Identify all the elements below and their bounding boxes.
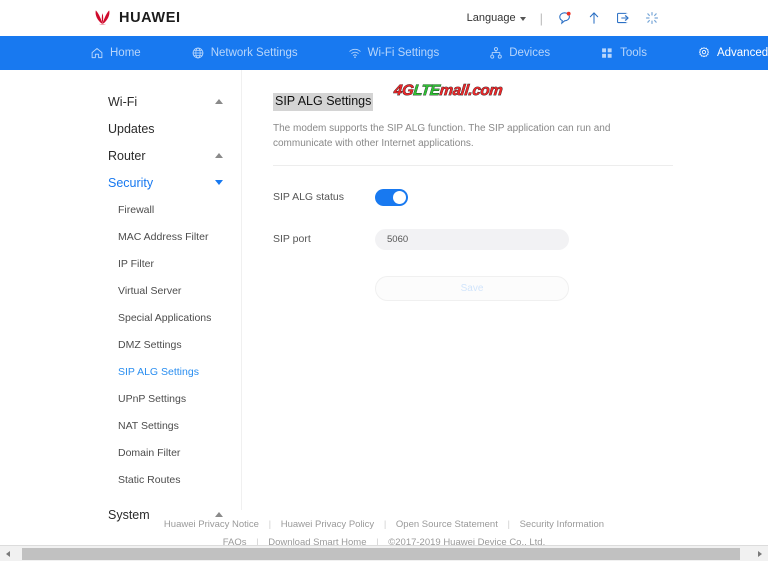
sidebar-item-virtual-server[interactable]: Virtual Server (90, 277, 241, 304)
brand-name: HUAWEI (119, 10, 181, 26)
language-label: Language (467, 12, 516, 24)
grid-icon (600, 46, 614, 60)
sip-alg-status-toggle[interactable] (375, 189, 408, 206)
page-title: SIP ALG Settings (273, 93, 373, 111)
nav-label: Network Settings (211, 47, 298, 59)
nav-item-wifi-settings[interactable]: Wi-Fi Settings (348, 46, 464, 60)
nav-label: Home (110, 47, 141, 59)
sidebar-group-label: Router (108, 149, 146, 163)
nav-item-devices[interactable]: Devices (489, 46, 574, 60)
huawei-flower-logo-icon (93, 9, 112, 27)
brand-logo[interactable]: HUAWEI (93, 9, 181, 27)
scroll-right-arrow-icon[interactable] (752, 546, 768, 562)
sidebar-item-label: UPnP Settings (118, 393, 186, 405)
main-navigation: Home Network Settings Wi-Fi Settings Dev… (0, 36, 768, 70)
sidebar-group-security[interactable]: Security (90, 169, 241, 196)
message-bubble-icon[interactable] (557, 10, 573, 26)
save-button-row: Save (273, 276, 673, 301)
sidebar-item-nat-settings[interactable]: NAT Settings (90, 412, 241, 439)
sidebar-item-label: Virtual Server (118, 285, 181, 297)
nav-item-home[interactable]: Home (90, 46, 165, 60)
logout-icon[interactable] (615, 10, 631, 26)
gear-icon (697, 46, 711, 60)
sidebar: Wi-Fi Updates Router Security Firewall M… (90, 70, 242, 510)
site-watermark: 4GLTEmall.com (393, 82, 503, 99)
devices-tree-icon (489, 46, 503, 60)
upload-arrow-icon[interactable] (586, 10, 602, 26)
save-button[interactable]: Save (375, 276, 569, 301)
content-panel: SIP ALG Settings The modem supports the … (242, 70, 768, 510)
sidebar-item-label: SIP ALG Settings (118, 366, 199, 378)
home-icon (90, 46, 104, 60)
sidebar-item-label: Static Routes (118, 474, 180, 486)
header-divider: | (540, 11, 543, 26)
sidebar-item-sip-alg-settings[interactable]: SIP ALG Settings (90, 358, 241, 385)
nav-label: Advanced (717, 47, 768, 59)
sidebar-group-wifi[interactable]: Wi-Fi (90, 88, 241, 115)
sidebar-item-label: IP Filter (118, 258, 154, 270)
sidebar-item-ip-filter[interactable]: IP Filter (90, 250, 241, 277)
top-header: HUAWEI Language | (0, 0, 768, 36)
language-selector[interactable]: Language (467, 12, 526, 24)
chevron-down-icon (215, 180, 223, 185)
section-divider (273, 165, 673, 166)
sidebar-item-mac-address-filter[interactable]: MAC Address Filter (90, 223, 241, 250)
nav-label: Tools (620, 47, 647, 59)
nav-label: Wi-Fi Settings (368, 47, 440, 59)
chevron-up-icon (215, 99, 223, 104)
watermark-part3: mall.com (439, 82, 503, 99)
nav-item-advanced[interactable]: Advanced (697, 46, 768, 60)
sidebar-group-label: System (108, 508, 150, 522)
loading-spinner-icon[interactable] (644, 10, 660, 26)
sidebar-group-label: Wi-Fi (108, 95, 137, 109)
globe-icon (191, 46, 205, 60)
sidebar-item-upnp-settings[interactable]: UPnP Settings (90, 385, 241, 412)
sidebar-item-label: DMZ Settings (118, 339, 182, 351)
sip-port-input[interactable] (375, 229, 569, 250)
sidebar-item-label: MAC Address Filter (118, 231, 208, 243)
sidebar-group-router[interactable]: Router (90, 142, 241, 169)
wifi-icon (348, 46, 362, 60)
sip-alg-status-label: SIP ALG status (273, 191, 375, 203)
watermark-part1: 4G (393, 82, 414, 99)
horizontal-scrollbar[interactable] (0, 545, 768, 561)
page-description: The modem supports the SIP ALG function.… (273, 121, 658, 152)
sidebar-group-label: Security (108, 176, 153, 190)
scrollbar-track[interactable] (16, 546, 752, 562)
sidebar-item-static-routes[interactable]: Static Routes (90, 466, 241, 493)
sidebar-item-firewall[interactable]: Firewall (90, 196, 241, 223)
sidebar-item-label: Special Applications (118, 312, 211, 324)
header-actions: Language | (467, 0, 660, 36)
footer-link-open-source-statement[interactable]: Open Source Statement (396, 519, 498, 530)
scroll-left-arrow-icon[interactable] (0, 546, 16, 562)
footer-link-security-information[interactable]: Security Information (520, 519, 604, 530)
nav-label: Devices (509, 47, 550, 59)
footer-link-privacy-policy[interactable]: Huawei Privacy Policy (281, 519, 374, 530)
footer-separator: | (262, 519, 278, 530)
sidebar-item-dmz-settings[interactable]: DMZ Settings (90, 331, 241, 358)
watermark-part2: LTE (413, 82, 441, 99)
toggle-knob (393, 191, 406, 204)
sidebar-group-label: Updates (108, 122, 155, 136)
sidebar-item-domain-filter[interactable]: Domain Filter (90, 439, 241, 466)
chevron-up-icon (215, 512, 223, 517)
sidebar-item-label: Firewall (118, 204, 154, 216)
sidebar-item-label: Domain Filter (118, 447, 180, 459)
footer-separator: | (377, 519, 393, 530)
sidebar-item-label: NAT Settings (118, 420, 179, 432)
nav-item-tools[interactable]: Tools (600, 46, 671, 60)
sip-port-row: SIP port (273, 229, 673, 250)
sip-alg-status-row: SIP ALG status (273, 189, 673, 206)
scrollbar-thumb[interactable] (22, 548, 740, 560)
sidebar-group-updates[interactable]: Updates (90, 115, 241, 142)
sip-port-label: SIP port (273, 233, 375, 245)
chevron-down-icon (520, 17, 526, 21)
footer-separator: | (500, 519, 516, 530)
sidebar-group-system[interactable]: System (90, 501, 241, 528)
sidebar-item-special-applications[interactable]: Special Applications (90, 304, 241, 331)
page-body: Wi-Fi Updates Router Security Firewall M… (0, 70, 768, 510)
chevron-up-icon (215, 153, 223, 158)
nav-item-network-settings[interactable]: Network Settings (191, 46, 322, 60)
